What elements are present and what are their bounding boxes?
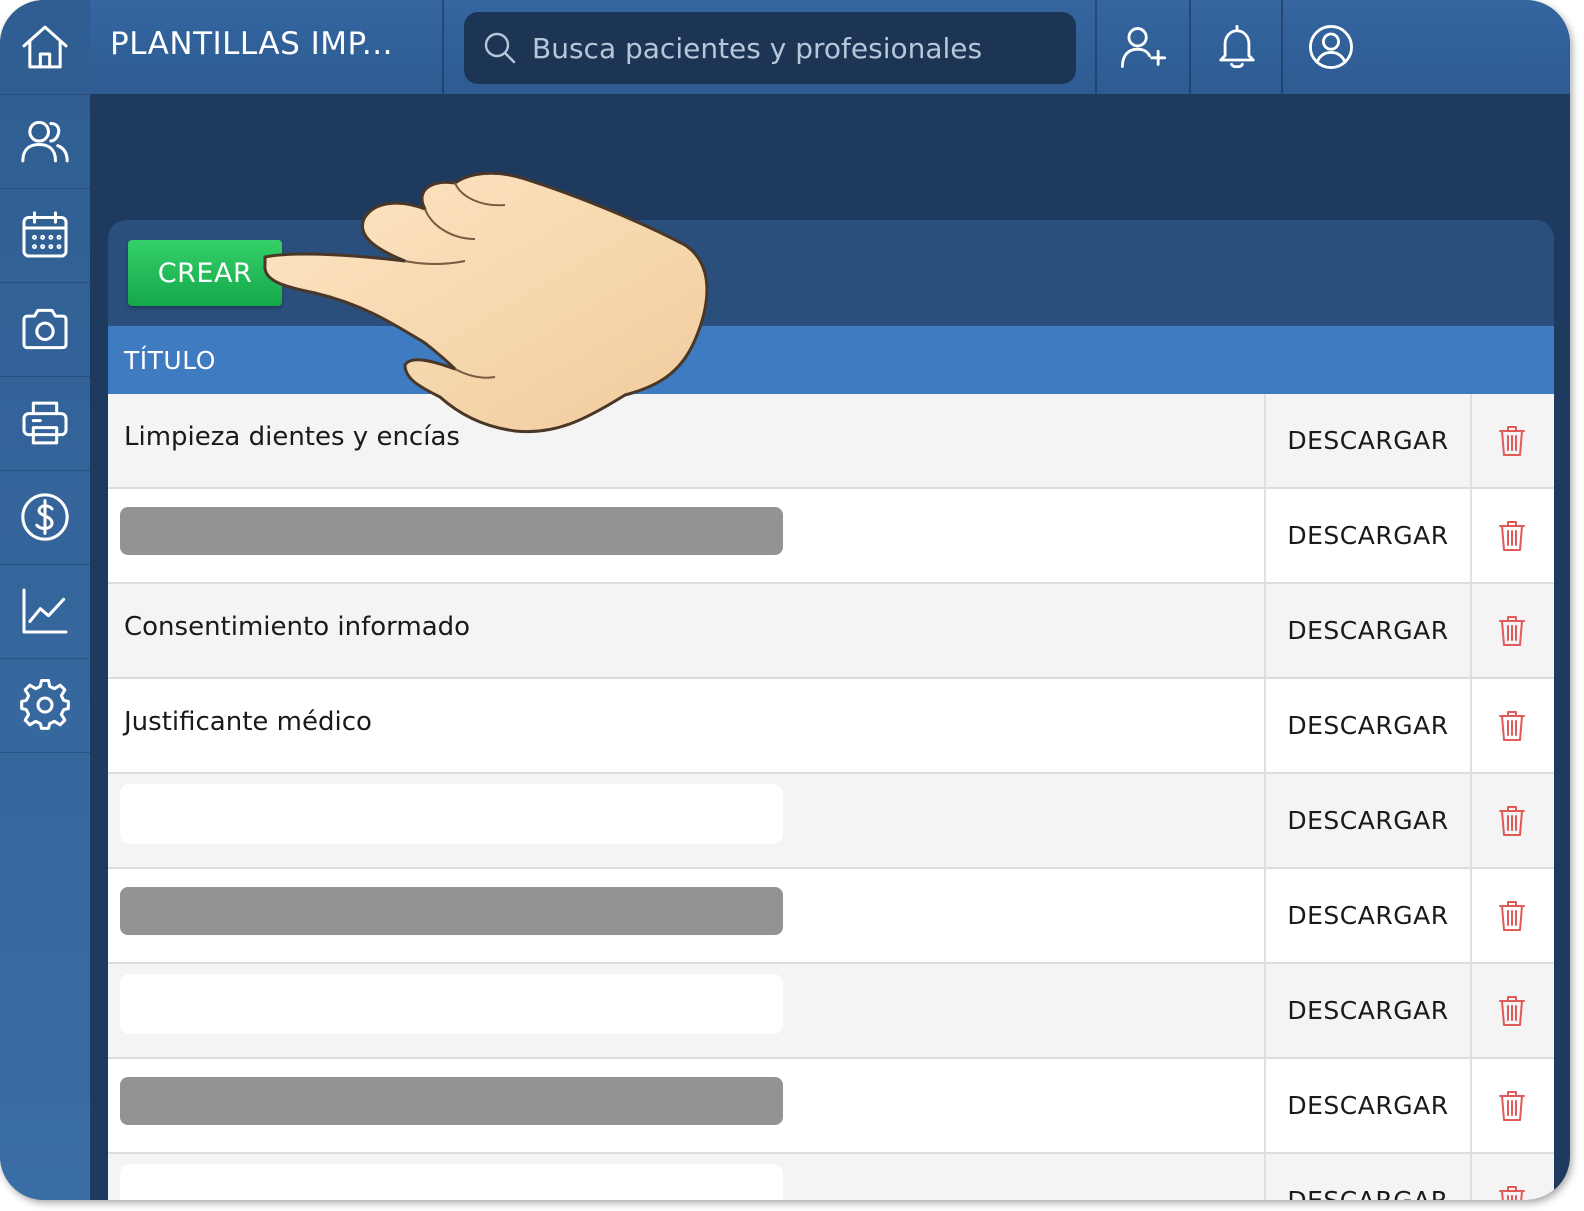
delete-button[interactable] <box>1470 489 1554 582</box>
delete-button[interactable] <box>1470 774 1554 867</box>
redacted-title <box>120 784 783 844</box>
printer-icon <box>22 401 68 445</box>
table-row[interactable]: DESCARGAR <box>108 489 1554 584</box>
table-row[interactable]: DESCARGAR <box>108 869 1554 964</box>
download-button[interactable]: DESCARGAR <box>1264 774 1472 867</box>
trash-icon <box>1499 995 1525 1026</box>
divider <box>1281 0 1283 94</box>
bell-icon <box>1219 25 1255 69</box>
table-header: TÍTULO <box>108 326 1554 394</box>
patients-icon <box>21 120 69 163</box>
search-input[interactable] <box>530 30 1054 66</box>
table-row[interactable]: Justificante médico DESCARGAR <box>108 679 1554 774</box>
download-button[interactable]: DESCARGAR <box>1264 394 1472 487</box>
settings-icon <box>20 678 70 730</box>
search-box[interactable] <box>464 12 1076 84</box>
template-title: Limpieza dientes y encías <box>124 422 460 452</box>
trash-icon <box>1499 615 1525 646</box>
trash-icon <box>1499 900 1525 931</box>
table-row[interactable]: DESCARGAR <box>108 774 1554 869</box>
trash-icon <box>1499 710 1525 741</box>
templates-table: Limpieza dientes y encías DESCARGAR DESC… <box>108 394 1554 1200</box>
sidebar-item-billing[interactable] <box>0 470 90 565</box>
sidebar <box>0 0 90 1200</box>
home-icon <box>22 25 68 69</box>
trash-icon <box>1499 425 1525 456</box>
sidebar-item-stats[interactable] <box>0 564 90 659</box>
sidebar-item-home[interactable] <box>0 0 90 95</box>
table-row[interactable]: DESCARGAR <box>108 964 1554 1059</box>
download-button[interactable]: DESCARGAR <box>1264 869 1472 962</box>
column-title-header: TÍTULO <box>124 345 216 375</box>
delete-button[interactable] <box>1470 584 1554 677</box>
table-row[interactable]: DESCARGAR <box>108 1154 1554 1200</box>
download-button[interactable]: DESCARGAR <box>1264 489 1472 582</box>
sidebar-item-camera[interactable] <box>0 282 90 377</box>
add-patient-icon <box>1121 27 1167 68</box>
redacted-title <box>120 1164 783 1200</box>
top-bar: PLANTILLAS IMP... <box>90 0 1570 94</box>
trash-icon <box>1499 520 1525 551</box>
add-patient-button[interactable] <box>1097 0 1189 94</box>
page-title: PLANTILLAS IMP... <box>110 26 393 62</box>
redacted-title <box>120 887 783 935</box>
delete-button[interactable] <box>1470 679 1554 772</box>
app-window: PLANTILLAS IMP... CREAR TÍTULO Limpieza … <box>0 0 1570 1200</box>
delete-button[interactable] <box>1470 1154 1554 1200</box>
sidebar-item-settings[interactable] <box>0 658 90 753</box>
delete-button[interactable] <box>1470 394 1554 487</box>
user-account-button[interactable] <box>1285 0 1377 94</box>
search-icon <box>484 32 516 64</box>
create-button[interactable]: CREAR <box>128 240 282 306</box>
calendar-icon <box>22 211 68 258</box>
download-button[interactable]: DESCARGAR <box>1264 584 1472 677</box>
delete-button[interactable] <box>1470 1059 1554 1152</box>
billing-icon <box>21 493 69 541</box>
trash-icon <box>1499 1090 1525 1121</box>
templates-panel: CREAR TÍTULO Limpieza dientes y encías D… <box>108 220 1554 1200</box>
sidebar-item-patients[interactable] <box>0 94 90 189</box>
template-title: Justificante médico <box>124 707 372 737</box>
download-button[interactable]: DESCARGAR <box>1264 964 1472 1057</box>
trash-icon <box>1499 1185 1525 1200</box>
stats-icon <box>22 588 68 634</box>
download-button[interactable]: DESCARGAR <box>1264 679 1472 772</box>
table-row[interactable]: DESCARGAR <box>108 1059 1554 1154</box>
download-button[interactable]: DESCARGAR <box>1264 1154 1472 1200</box>
notifications-button[interactable] <box>1191 0 1283 94</box>
delete-button[interactable] <box>1470 869 1554 962</box>
trash-icon <box>1499 805 1525 836</box>
user-account-icon <box>1309 25 1353 69</box>
redacted-title <box>120 974 783 1034</box>
camera-icon <box>22 308 68 350</box>
table-row[interactable]: Limpieza dientes y encías DESCARGAR <box>108 394 1554 489</box>
sidebar-item-print[interactable] <box>0 376 90 471</box>
sidebar-item-calendar[interactable] <box>0 188 90 283</box>
download-button[interactable]: DESCARGAR <box>1264 1059 1472 1152</box>
template-title: Consentimiento informado <box>124 612 471 642</box>
divider <box>442 0 444 94</box>
delete-button[interactable] <box>1470 964 1554 1057</box>
redacted-title <box>120 1077 783 1125</box>
redacted-title <box>120 507 783 555</box>
table-row[interactable]: Consentimiento informado DESCARGAR <box>108 584 1554 679</box>
